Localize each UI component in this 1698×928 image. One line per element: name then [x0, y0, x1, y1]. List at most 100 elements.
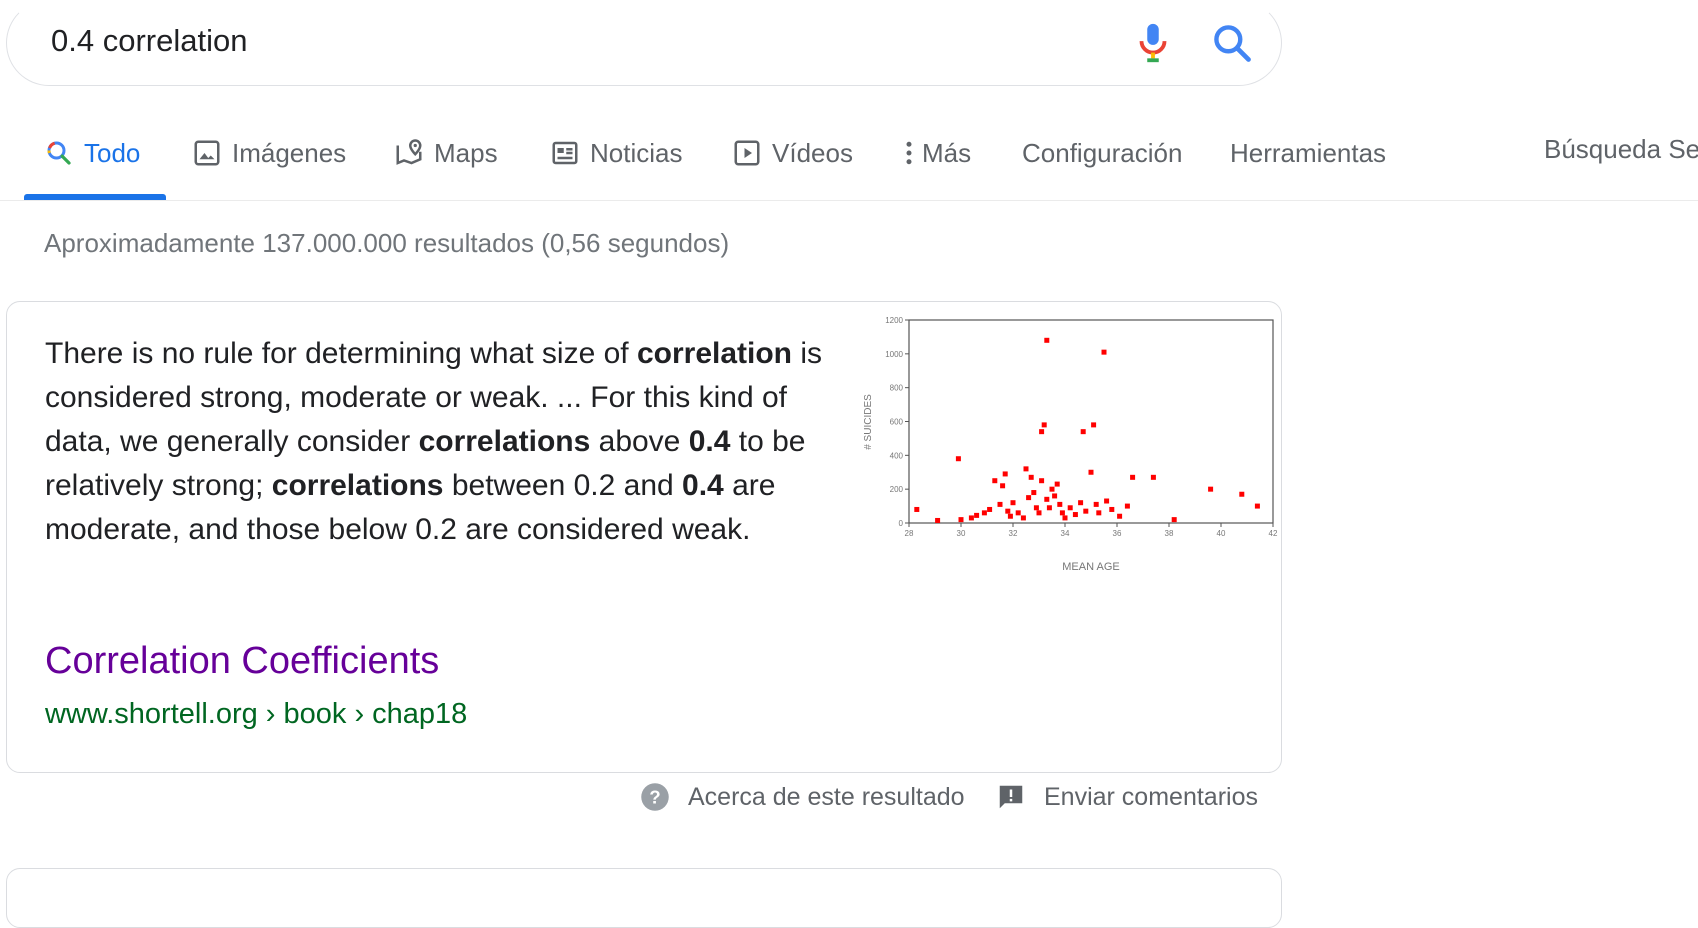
scatter-point	[1208, 486, 1214, 492]
tab-videos[interactable]: Vídeos	[732, 130, 853, 200]
scatter-chart: 0 200 400 600 800 1000 1200 28 30 32 34 36 38 40 42 M…	[863, 316, 1278, 573]
x-tick-label: 38	[1165, 529, 1174, 538]
x-tick-label: 34	[1061, 529, 1070, 538]
scatter-point	[1044, 496, 1050, 502]
snippet-bold-term: 0.4	[682, 469, 724, 502]
scatter-point	[1059, 510, 1065, 516]
scatter-point	[1015, 510, 1021, 516]
featured-snippet: There is no rule for determining what si…	[6, 301, 1282, 773]
scatter-point	[1057, 501, 1063, 507]
snippet-chart[interactable]: 0 200 400 600 800 1000 1200 28 30 32 34 36 38 40 42 M…	[853, 312, 1293, 582]
x-tick-label: 42	[1269, 529, 1278, 538]
x-tick-label: 30	[957, 529, 966, 538]
result-url[interactable]: www.shortell.org › book › chap18	[45, 698, 467, 731]
play-icon	[734, 140, 760, 166]
scatter-point	[1104, 498, 1110, 504]
scatter-point	[1039, 429, 1045, 435]
scatter-point	[1124, 503, 1130, 509]
side-search-label[interactable]: Búsqueda Se	[1544, 134, 1698, 165]
map-pin-icon	[396, 139, 422, 165]
scatter-point	[1007, 513, 1013, 519]
scatter-point	[1046, 505, 1052, 511]
send-feedback-label: Enviar comentarios	[1044, 782, 1258, 811]
scatter-point	[955, 456, 961, 462]
tab-mas[interactable]: Más	[902, 130, 971, 200]
scatter-point	[1049, 486, 1055, 492]
scatter-point	[1020, 515, 1026, 521]
result-title-link[interactable]: Correlation Coefficients	[45, 640, 439, 683]
y-tick-label: 1000	[885, 350, 903, 359]
tab-todo[interactable]: Todo	[44, 130, 140, 200]
scatter-point	[1039, 478, 1045, 484]
plot-frame	[908, 319, 1274, 524]
about-result-label: Acerca de este resultado	[688, 782, 965, 811]
scatter-point	[1010, 500, 1016, 506]
scatter-point	[1101, 349, 1107, 355]
scatter-point	[1078, 500, 1084, 506]
help-icon: ?	[641, 783, 669, 811]
scatter-point	[987, 506, 993, 512]
tab-configuracion[interactable]: Configuración	[1022, 130, 1182, 200]
search-box	[6, 0, 1282, 86]
scatter-point	[1096, 510, 1102, 516]
snippet-segment: above	[590, 425, 689, 458]
tab-label: Imágenes	[232, 138, 347, 168]
y-tick-label: 400	[890, 451, 904, 460]
scatter-point	[1054, 481, 1060, 487]
x-tick-label: 40	[1217, 529, 1226, 538]
scatter-point	[1005, 508, 1011, 514]
scatter-point	[1117, 513, 1123, 519]
scatter-point	[1002, 471, 1008, 477]
scatter-point	[974, 512, 980, 518]
scatter-point	[1052, 493, 1058, 499]
scatter-point	[1067, 505, 1073, 511]
search-icon	[47, 141, 71, 165]
x-tick-label: 28	[905, 529, 914, 538]
tab-label: Noticias	[590, 138, 683, 168]
send-feedback-button[interactable]: Enviar comentarios	[996, 782, 1258, 812]
y-tick-label: 600	[890, 418, 904, 427]
y-tick-label: 200	[890, 485, 904, 494]
snippet-segment: between 0.2 and	[443, 469, 683, 502]
scatter-point	[935, 517, 941, 523]
svg-text:?: ?	[649, 786, 660, 807]
scatter-point	[997, 501, 1003, 507]
scatter-point	[1239, 491, 1245, 497]
feedback-icon	[999, 785, 1023, 809]
scatter-point	[1130, 474, 1136, 480]
tab-herramientas[interactable]: Herramientas	[1230, 130, 1386, 200]
snippet-bold-term: 0.4	[688, 425, 731, 458]
scatter-point	[914, 506, 920, 512]
scatter-point	[1031, 490, 1037, 496]
scatter-point	[1062, 515, 1068, 521]
y-tick-label: 800	[890, 384, 904, 393]
tab-noticias[interactable]: Noticias	[550, 130, 682, 200]
microphone-icon[interactable]	[1130, 19, 1176, 67]
search-input[interactable]	[51, 21, 951, 61]
tab-label: Todo	[84, 138, 141, 168]
tab-imagenes[interactable]: Imágenes	[192, 130, 346, 200]
snippet-text: There is no rule for determining what si…	[45, 332, 825, 552]
scatter-point	[1033, 505, 1039, 511]
next-result-card	[6, 868, 1282, 928]
tab-maps[interactable]: Maps	[394, 130, 498, 200]
tab-label: Más	[922, 138, 972, 168]
scatter-point	[1088, 469, 1094, 475]
snippet-bold-term: correlations	[271, 469, 444, 502]
x-axis-label: MEAN AGE	[1062, 561, 1119, 573]
about-result-button[interactable]: ? Acerca de este resultado	[640, 782, 965, 812]
search-submit-icon[interactable]	[1210, 21, 1254, 65]
scatter-point	[1091, 422, 1097, 428]
scatter-point	[1093, 501, 1099, 507]
scatter-point	[1080, 429, 1086, 435]
scatter-point	[1254, 503, 1260, 509]
y-axis-label: # SUICIDES	[863, 394, 874, 450]
scatter-point	[1083, 508, 1089, 514]
scatter-point	[1026, 495, 1032, 501]
scatter-point	[1028, 474, 1034, 480]
tab-label: Maps	[434, 138, 498, 168]
x-tick-label: 36	[1113, 529, 1122, 538]
scatter-point	[992, 478, 998, 484]
scatter-point	[1109, 506, 1115, 512]
image-icon	[194, 140, 220, 166]
